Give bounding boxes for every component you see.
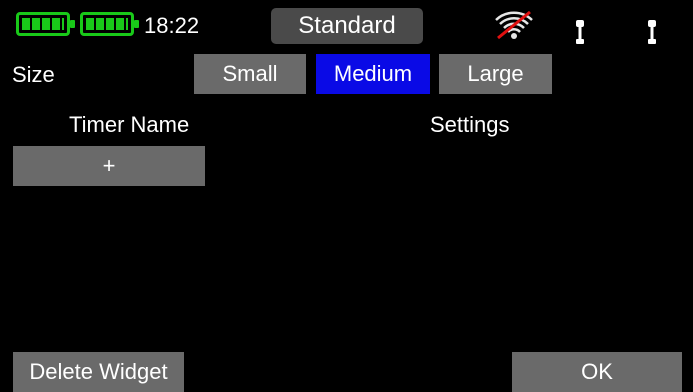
mode-button[interactable]: Standard xyxy=(271,8,423,44)
size-large-button[interactable]: Large xyxy=(439,54,552,94)
stick-left-icon xyxy=(576,20,584,44)
size-medium-button[interactable]: Medium xyxy=(316,54,430,94)
ok-button[interactable]: OK xyxy=(512,352,682,392)
battery-2-icon xyxy=(80,12,139,36)
delete-widget-button[interactable]: Delete Widget xyxy=(13,352,184,392)
settings-header: Settings xyxy=(430,112,510,137)
timer-name-header: Timer Name xyxy=(69,112,190,137)
size-label: Size xyxy=(12,62,55,87)
stick-right-icon xyxy=(648,20,656,44)
clock: 18:22 xyxy=(144,13,200,38)
add-timer-button[interactable]: + xyxy=(13,146,205,186)
wifi-off-icon xyxy=(495,10,533,40)
size-small-button[interactable]: Small xyxy=(194,54,306,94)
battery-1-icon xyxy=(16,12,75,36)
